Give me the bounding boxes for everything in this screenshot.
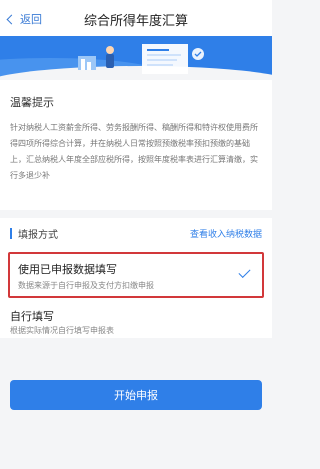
tax-illustration-icon — [78, 44, 204, 74]
option-self-fill[interactable]: 自行填写 根据实际情况自行填写申报表 — [8, 304, 264, 340]
option-title: 使用已申报数据填写 — [18, 263, 117, 276]
option-subtitle: 数据来源于自行申报及支付方扣缴申报 — [18, 281, 154, 290]
notice-body: 针对纳税人工资薪金所得、劳务报酬所得、稿酬所得和特许权使用费所得四项所得综合计算… — [10, 123, 258, 180]
option-title: 自行填写 — [10, 310, 54, 323]
notice-title: 温馨提示 — [10, 96, 54, 109]
option-use-declared-data[interactable]: 使用已申报数据填写 数据来源于自行申报及支付方扣缴申报 — [8, 252, 264, 298]
checkmark-icon — [238, 265, 251, 279]
option-subtitle: 根据实际情况自行填写申报表 — [10, 326, 114, 335]
filing-method-header: 填报方式 — [10, 226, 58, 241]
header-banner — [0, 36, 272, 80]
notice-card: 温馨提示 针对纳税人工资薪金所得、劳务报酬所得、稿酬所得和特许权使用费所得四项所… — [0, 80, 272, 210]
filing-method-title: 填报方式 — [18, 229, 58, 241]
view-income-tax-data-link[interactable]: 查看收入纳税数据 — [190, 227, 262, 240]
start-filing-button[interactable]: 开始申报 — [10, 380, 262, 410]
page-title: 综合所得年度汇算 — [83, 14, 188, 29]
section-accent-bar — [10, 227, 12, 239]
top-nav-bar: 返回 综合所得年度汇算 — [0, 0, 272, 36]
bottom-spacer — [0, 446, 272, 469]
